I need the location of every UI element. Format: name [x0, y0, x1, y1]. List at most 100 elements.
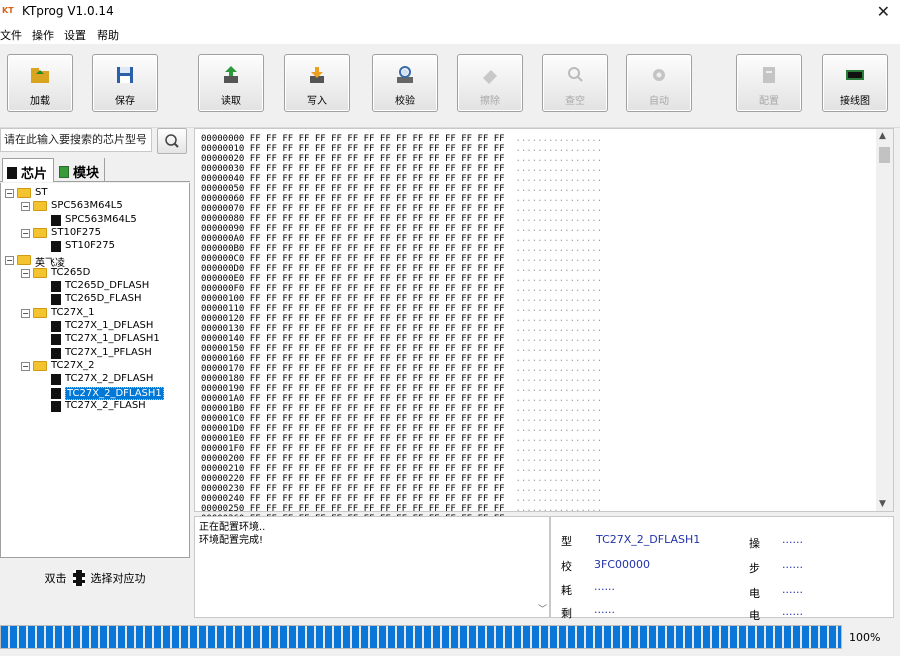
- toolbar-button-label: 配置: [759, 96, 779, 107]
- hex-byte: FF: [396, 374, 408, 384]
- hex-byte: FF: [444, 414, 456, 424]
- hex-byte: FF: [266, 264, 277, 274]
- hex-byte: FF: [444, 294, 456, 304]
- collapse-icon[interactable]: −: [21, 361, 30, 371]
- hex-byte: FF: [412, 454, 424, 464]
- hex-byte: FF: [461, 164, 473, 174]
- menu-settings[interactable]: 设置: [64, 24, 86, 43]
- hex-ascii: ................: [515, 474, 603, 484]
- hex-byte: FF: [428, 304, 440, 314]
- chevron-up-icon[interactable]: ▲: [879, 131, 886, 141]
- menu-operation[interactable]: 操作: [32, 24, 54, 43]
- collapse-icon[interactable]: −: [21, 268, 30, 278]
- hex-byte: FF: [331, 324, 342, 334]
- hex-row: 00000050 FF FF FF FF FF FF FF FF FF FF F…: [201, 184, 602, 194]
- hex-byte: FF: [444, 334, 456, 344]
- hex-byte: FF: [347, 394, 359, 404]
- hex-row: 00000110 FF FF FF FF FF FF FF FF FF FF F…: [201, 304, 602, 314]
- hex-byte: FF: [249, 214, 261, 224]
- hex-ascii: ................: [515, 454, 603, 464]
- toolbar-button-0[interactable]: 加载: [7, 54, 73, 112]
- hex-byte: FF: [266, 224, 277, 234]
- toolbar-button-4[interactable]: 校验: [372, 54, 438, 112]
- hex-row: 000001E0 FF FF FF FF FF FF FF FF FF FF F…: [201, 434, 602, 444]
- hex-byte: FF: [396, 304, 408, 314]
- scroll-thumb[interactable]: [879, 147, 890, 163]
- collapse-icon[interactable]: −: [21, 308, 30, 318]
- hex-byte: FF: [282, 234, 294, 244]
- hex-byte: FF: [461, 184, 473, 194]
- hex-byte: FF: [331, 144, 342, 154]
- hex-byte: FF: [363, 304, 375, 314]
- folder-icon: [17, 254, 31, 265]
- hex-byte: FF: [314, 244, 326, 254]
- hex-byte: FF: [444, 424, 456, 434]
- hex-row: 00000060 FF FF FF FF FF FF FF FF FF FF F…: [201, 194, 602, 204]
- hex-row: 00000020 FF FF FF FF FF FF FF FF FF FF F…: [201, 154, 602, 164]
- hex-byte: FF: [331, 184, 342, 194]
- hex-byte: FF: [266, 384, 277, 394]
- menu-help[interactable]: 帮助: [97, 24, 119, 43]
- hex-byte: FF: [282, 274, 294, 284]
- tab-module[interactable]: 模块: [55, 158, 105, 182]
- hex-byte: FF: [461, 424, 473, 434]
- toolbar-button-3[interactable]: 写入: [284, 54, 350, 112]
- hex-byte: FF: [379, 204, 391, 214]
- collapse-icon[interactable]: −: [5, 255, 14, 265]
- menu-file[interactable]: 文件: [0, 24, 22, 43]
- chip-icon: [51, 294, 61, 306]
- hex-byte: FF: [249, 224, 261, 234]
- hex-byte: FF: [412, 204, 424, 214]
- tab-chip[interactable]: 芯片: [2, 158, 54, 182]
- hex-byte: FF: [331, 424, 342, 434]
- hex-byte: FF: [298, 484, 310, 494]
- hex-byte: FF: [266, 374, 277, 384]
- hex-byte: FF: [298, 424, 310, 434]
- hex-row: 00000180 FF FF FF FF FF FF FF FF FF FF F…: [201, 374, 602, 384]
- toolbar-button-8[interactable]: 配置: [736, 54, 802, 112]
- collapse-icon[interactable]: −: [21, 228, 30, 238]
- toolbar-button-9[interactable]: 接线图: [822, 54, 888, 112]
- hex-byte: FF: [379, 394, 391, 404]
- hex-address: 000001B0: [201, 404, 245, 414]
- hex-byte: FF: [298, 134, 310, 144]
- hex-row: 000000E0 FF FF FF FF FF FF FF FF FF FF F…: [201, 274, 602, 284]
- hex-byte: FF: [363, 504, 375, 514]
- toolbar-button-1[interactable]: 保存: [92, 54, 158, 112]
- hex-byte: FF: [347, 184, 359, 194]
- hex-byte: FF: [477, 204, 489, 214]
- hex-byte: FF: [477, 344, 489, 354]
- chip-search-input[interactable]: [1, 129, 149, 149]
- hex-byte: FF: [493, 454, 505, 464]
- hex-byte: FF: [444, 154, 456, 164]
- chevron-down-icon[interactable]: ﹀: [538, 602, 547, 615]
- collapse-icon[interactable]: −: [21, 202, 30, 212]
- toolbar-button-2[interactable]: 读取: [198, 54, 264, 112]
- folder-icon: [33, 307, 47, 318]
- hex-byte: FF: [331, 314, 342, 324]
- hex-byte: FF: [298, 274, 310, 284]
- hex-byte: FF: [477, 414, 489, 424]
- chip-icon: [51, 321, 61, 332]
- hex-view[interactable]: 00000000 FF FF FF FF FF FF FF FF FF FF F…: [194, 128, 894, 524]
- toolbar-button-7[interactable]: 自动: [626, 54, 692, 112]
- toolbar-button-6[interactable]: 查空: [542, 54, 608, 112]
- hex-byte: FF: [412, 144, 424, 154]
- toolbar-button-5[interactable]: 擦除: [457, 54, 523, 112]
- hex-byte: FF: [266, 484, 277, 494]
- hex-ascii: ................: [515, 294, 603, 304]
- chevron-down-icon[interactable]: ▼: [879, 499, 886, 509]
- hex-byte: FF: [396, 284, 408, 294]
- hex-byte: FF: [266, 324, 277, 334]
- collapse-icon[interactable]: −: [5, 189, 14, 198]
- hex-byte: FF: [298, 414, 310, 424]
- hex-byte: FF: [396, 404, 408, 414]
- hex-byte: FF: [461, 304, 473, 314]
- hex-byte: FF: [298, 254, 310, 264]
- hex-byte: FF: [477, 474, 489, 484]
- hex-row: 00000030 FF FF FF FF FF FF FF FF FF FF F…: [201, 164, 602, 174]
- hex-byte: FF: [298, 144, 310, 154]
- search-button[interactable]: [157, 128, 187, 154]
- hex-scrollbar[interactable]: ▲ ▼: [876, 129, 893, 511]
- close-button[interactable]: ✕: [877, 2, 890, 21]
